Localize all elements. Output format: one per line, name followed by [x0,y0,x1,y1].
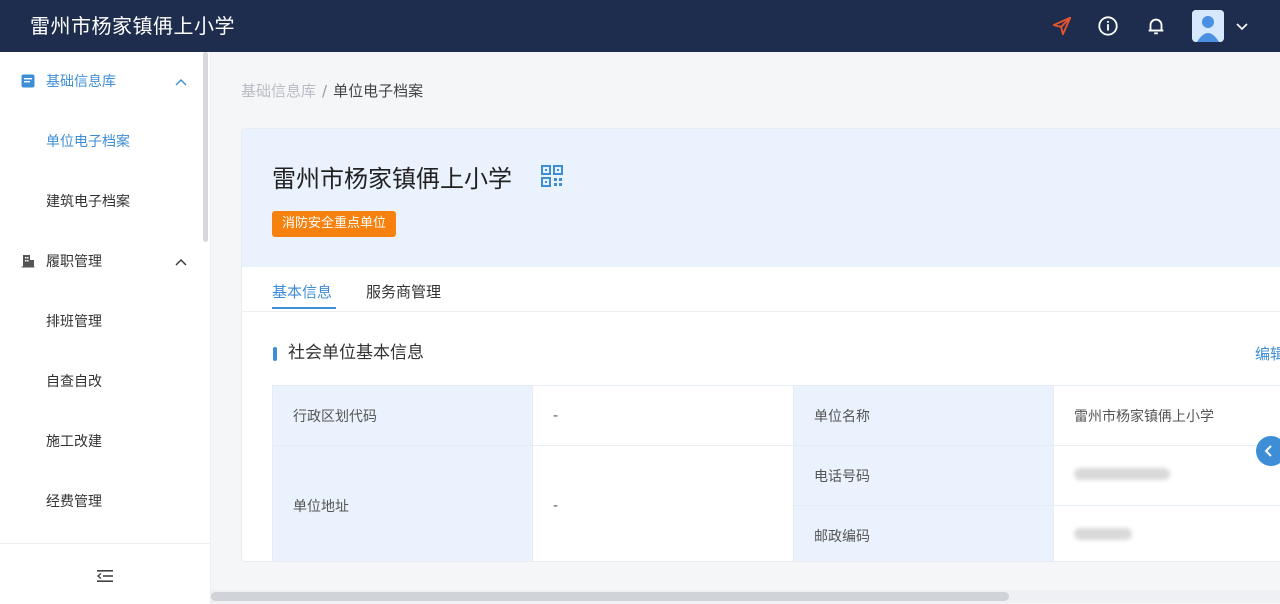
region-code-label: 行政区划代码 [273,386,533,446]
phone-value [1054,446,1280,506]
region-code-value: - [533,386,794,446]
building-icon [20,253,36,269]
breadcrumb: 基础信息库 / 单位电子档案 [241,80,423,102]
sidebar-item-label: 自查自改 [46,372,102,392]
menu-collapse-icon[interactable] [96,568,114,584]
postcode-value [1054,506,1280,563]
send-icon[interactable] [1050,14,1074,38]
top-navigation-bar: 雷州市杨家镇侢上小学 [0,0,1280,52]
edit-button[interactable]: 编辑 [1255,343,1280,365]
qrcode-icon[interactable] [541,165,563,187]
status-badge: 消防安全重点单位 [272,211,396,237]
sidebar-group-label: 履职管理 [46,252,102,272]
chevron-up-icon [174,255,188,269]
tab-bar: 基本信息 服务商管理 [242,267,1280,312]
unit-name: 雷州市杨家镇侢上小学 [272,162,512,196]
breadcrumb-separator: / [322,82,327,100]
sidebar-item-label: 单位电子档案 [46,132,130,152]
section-marker [273,347,277,361]
sidebar-group-duty-management[interactable]: 履职管理 [0,232,202,292]
horizontal-scrollbar[interactable] [211,592,1009,601]
bell-icon[interactable] [1144,14,1168,38]
sidebar-scrollbar[interactable] [203,52,208,242]
unit-header: 雷州市杨家镇侢上小学 消防安全重点单位 [242,129,1280,267]
redacted-postcode [1074,528,1132,540]
section-title: 社会单位基本信息 [288,341,424,365]
panel-toggle-button[interactable] [1256,436,1280,466]
sidebar-item-self-inspection[interactable]: 自查自改 [0,352,202,412]
table-row: 单位地址 - 电话号码 [273,446,1280,506]
chevron-up-icon [174,75,188,89]
unit-name-value: 雷州市杨家镇侢上小学 [1054,386,1280,446]
postcode-label: 邮政编码 [794,506,1054,563]
sidebar-item-funding[interactable]: 经费管理 [0,472,202,532]
address-value: - [533,446,794,563]
unit-name-label: 单位名称 [794,386,1054,446]
sidebar-item-unit-archive[interactable]: 单位电子档案 [0,112,202,172]
sidebar-item-building-archive[interactable]: 建筑电子档案 [0,172,202,232]
sidebar-item-label: 经费管理 [46,492,102,512]
tab-basic-info[interactable]: 基本信息 [272,281,332,303]
tab-service-provider[interactable]: 服务商管理 [366,281,441,303]
sidebar-item-label: 施工改建 [46,432,102,452]
chevron-down-icon[interactable] [1234,18,1250,34]
phone-label: 电话号码 [794,446,1054,506]
active-tab-indicator [272,307,336,309]
sidebar: 基础信息库 单位电子档案 建筑电子档案 履职管理 排班管理 自查自改 施工改建 … [0,52,211,603]
sidebar-group-basic-info[interactable]: 基础信息库 [0,52,202,112]
app-title: 雷州市杨家镇侢上小学 [30,12,235,40]
sidebar-group-label: 基础信息库 [46,72,116,92]
chevron-left-icon [1256,436,1280,466]
table-row: 行政区划代码 - 单位名称 雷州市杨家镇侢上小学 [273,386,1280,446]
breadcrumb-root[interactable]: 基础信息库 [241,82,316,100]
document-icon [20,73,36,89]
avatar[interactable] [1192,10,1224,42]
unit-detail-card: 雷州市杨家镇侢上小学 消防安全重点单位 基本信息 服务商管理 社会单位基本信息 … [241,128,1280,562]
breadcrumb-current: 单位电子档案 [333,82,423,100]
info-table: 行政区划代码 - 单位名称 雷州市杨家镇侢上小学 单位地址 - 电话号码 邮政编… [272,385,1280,562]
sidebar-item-label: 排班管理 [46,312,102,332]
sidebar-item-construction[interactable]: 施工改建 [0,412,202,472]
address-label: 单位地址 [273,446,533,563]
redacted-phone [1074,468,1170,480]
sidebar-item-label: 建筑电子档案 [46,192,130,212]
info-icon[interactable] [1096,14,1120,38]
sidebar-item-scheduling[interactable]: 排班管理 [0,292,202,352]
